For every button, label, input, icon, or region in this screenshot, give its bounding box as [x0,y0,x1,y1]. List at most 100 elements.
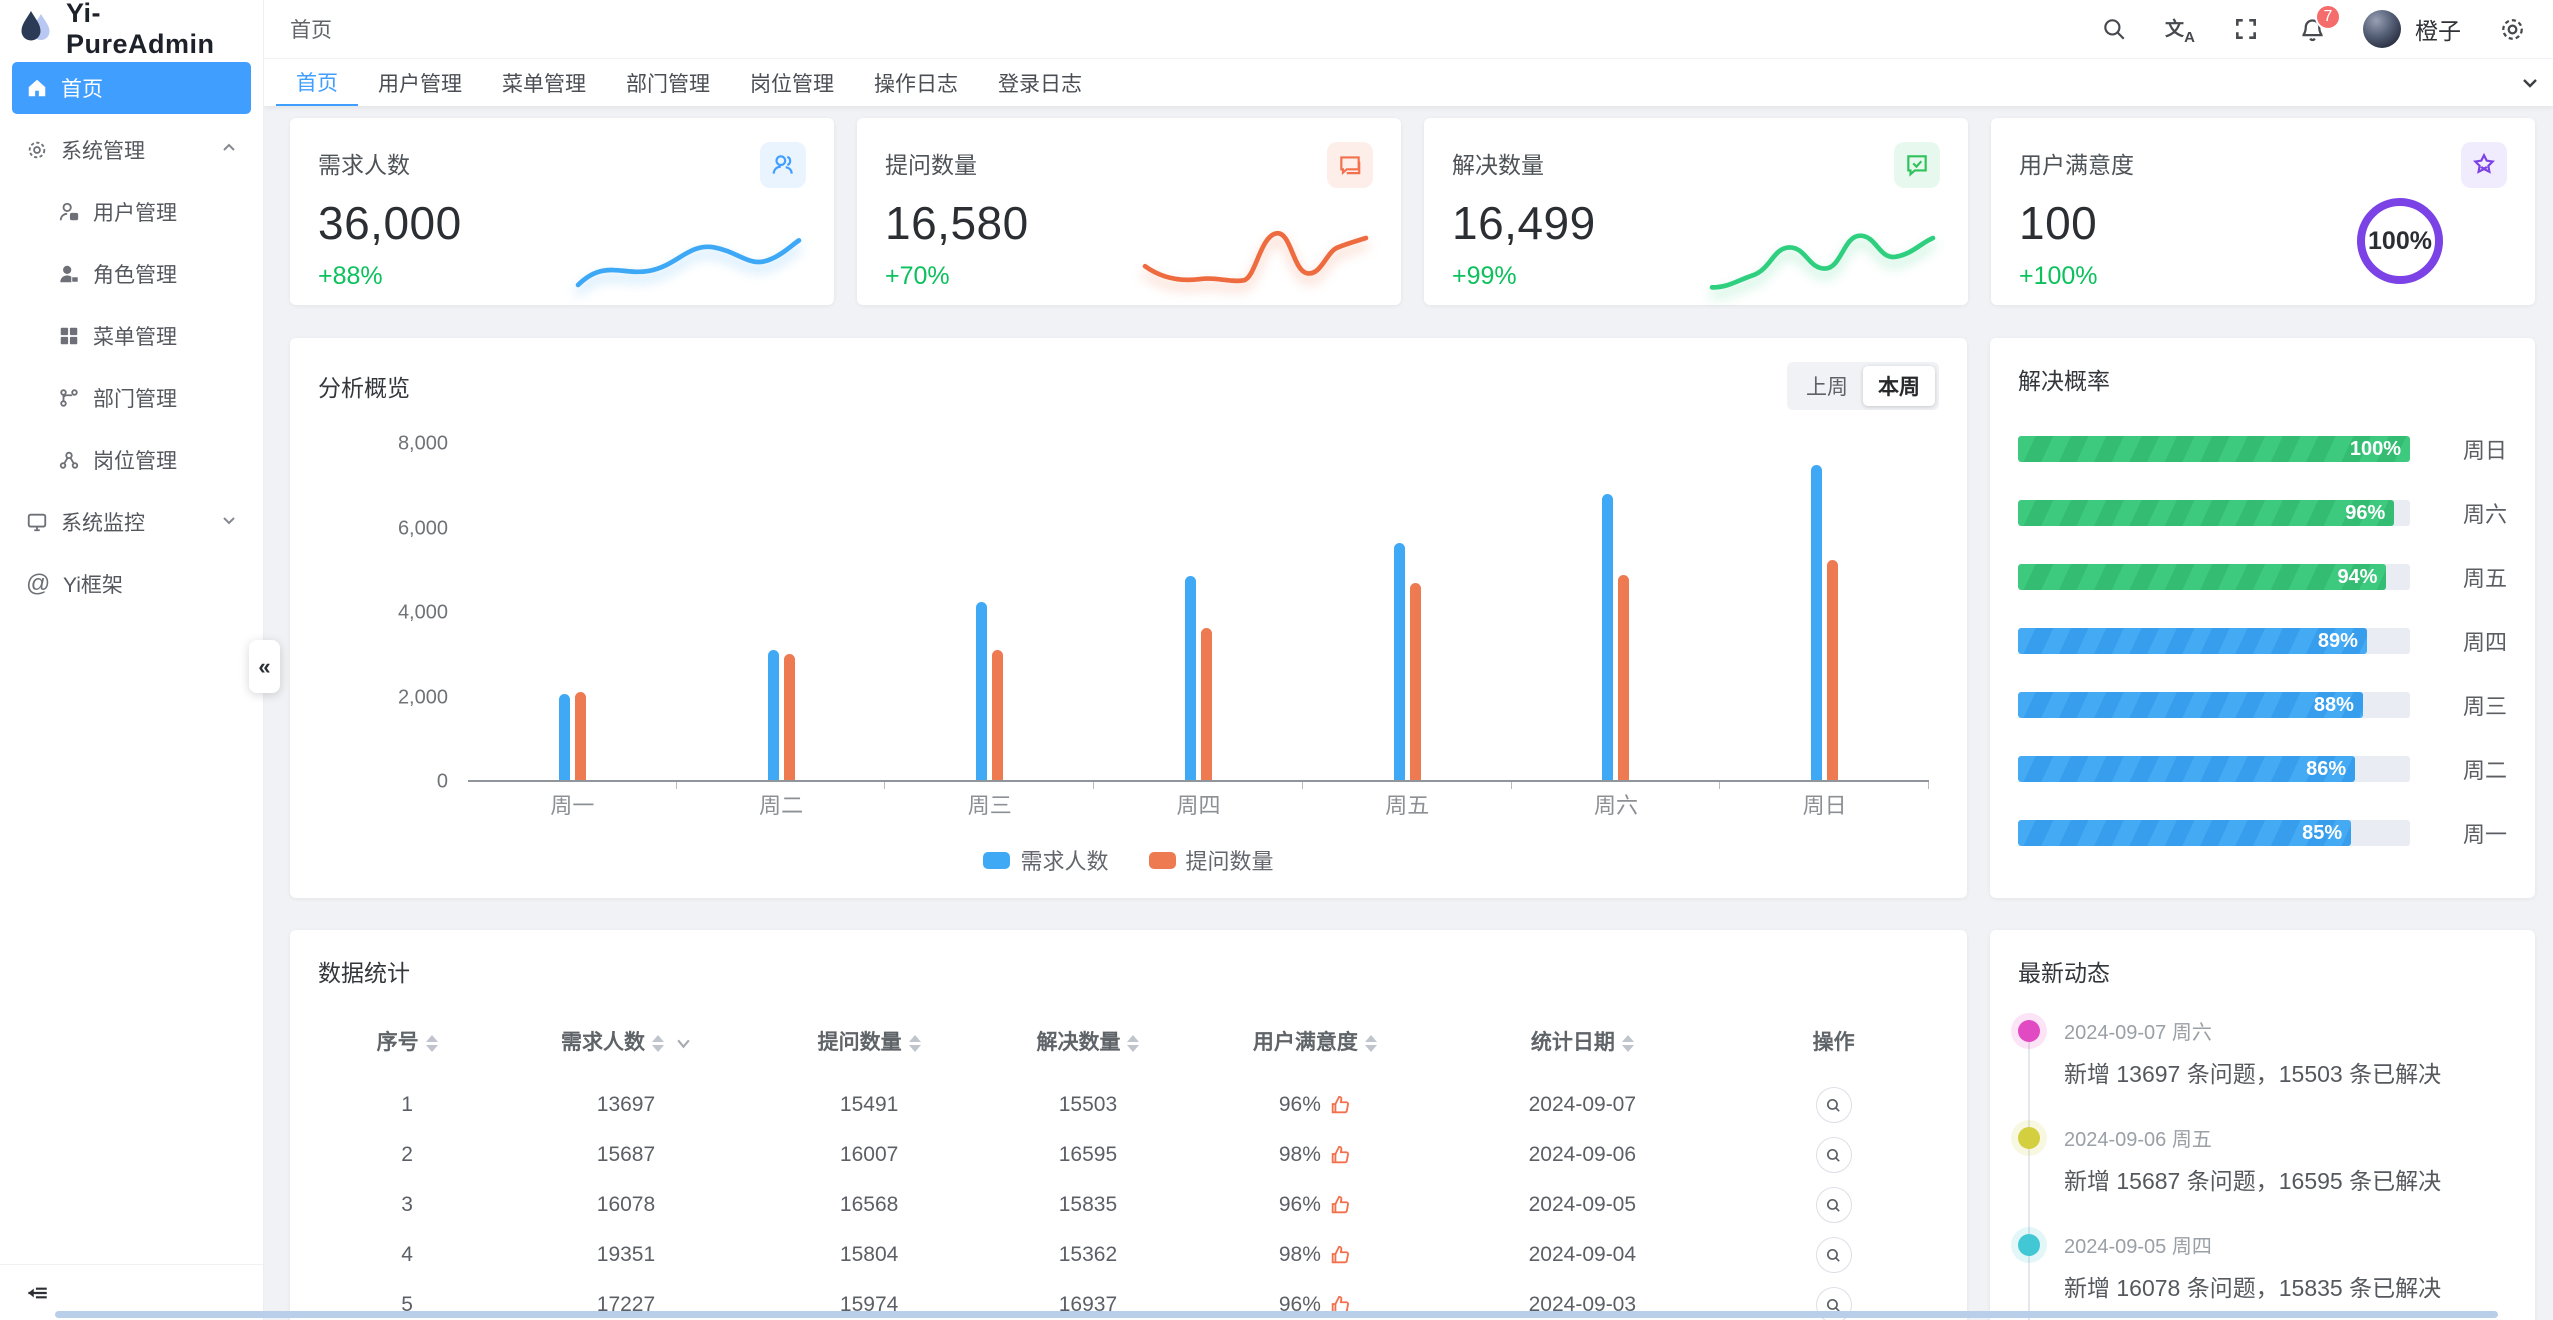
app-logo-row[interactable]: Yi-PureAdmin [0,0,263,58]
settings-gear-icon[interactable] [2497,14,2527,44]
stat-card-demand: 需求人数 36,000 +88% [290,118,834,305]
satisfaction-ring: 100% [2357,198,2443,284]
bar-group [1094,444,1303,780]
menu-fold-icon[interactable] [22,1278,52,1308]
col-header-index[interactable]: 序号 [318,1008,496,1080]
main-content: 需求人数 36,000 +88% [264,106,2553,1320]
sidebar-item-menu-mgmt[interactable]: 菜单管理 [12,310,251,362]
solve-rate-card: 解决概率 100%周日 96%周六 94%周五 89%周四 88%周三 86%周… [1990,338,2535,898]
gear-icon [26,139,48,161]
timeline-dot [2018,1234,2040,1256]
chart-legend: 需求人数 提问数量 [318,844,1939,876]
tab-bar: 首页 用户管理 菜单管理 部门管理 岗位管理 操作日志 登录日志 [264,58,2553,106]
view-row-button[interactable] [1816,1187,1852,1223]
stat-value: 16,499 [1452,196,1596,250]
bar-group [1512,444,1721,780]
bar-group [1303,444,1512,780]
stat-title: 需求人数 [318,142,410,180]
stat-delta: +99% [1452,262,1596,291]
panel-title: 分析概览 [318,369,410,403]
stat-delta: +100% [2019,262,2098,291]
user-group-icon [760,142,806,188]
col-header-satisfaction[interactable]: 用户满意度 [1193,1008,1436,1080]
stat-card-satisfaction: 用户满意度 100 +100% 100% [1991,118,2535,305]
tab-login-log[interactable]: 登录日志 [978,59,1102,106]
legend-demand[interactable]: 需求人数 [983,844,1108,876]
col-header-solved[interactable]: 解决数量 [983,1008,1194,1080]
tab-post-mgmt[interactable]: 岗位管理 [730,59,854,106]
sidebar-menu: 首页 系统管理 用户管理 [0,58,263,624]
home-icon [26,77,48,99]
progress-row: 94%周五 [2018,564,2507,590]
sparkline-blue [571,214,806,302]
tab-user-mgmt[interactable]: 用户管理 [358,59,482,106]
sidebar-item-yi-framework[interactable]: @ Yi框架 [12,558,251,610]
chevron-down-icon [221,510,237,534]
git-branch-icon [58,387,80,409]
chat-icon [1327,142,1373,188]
panel-title: 解决概率 [2018,368,2110,394]
sidebar-item-label: 用户管理 [93,197,177,227]
horizontal-scrollbar-thumb[interactable] [55,1311,2498,1318]
col-header-demand[interactable]: 需求人数 [496,1008,755,1080]
stat-delta: +88% [318,262,462,291]
sidebar-item-role-mgmt[interactable]: 角色管理 [12,248,251,300]
search-icon[interactable] [2099,14,2129,44]
bar-group [677,444,886,780]
legend-questions[interactable]: 提问数量 [1149,844,1274,876]
stat-card-solved: 解决数量 16,499 +99% [1424,118,1968,305]
notification-bell-icon[interactable]: 7 [2297,14,2327,44]
sidebar-item-user-mgmt[interactable]: 用户管理 [12,186,251,238]
monitor-icon [26,511,48,533]
share-nodes-icon [58,449,80,471]
user-lock-icon [58,201,80,223]
tab-menu-mgmt[interactable]: 菜单管理 [482,59,606,106]
filter-chevron-icon[interactable] [676,1038,691,1049]
tab-op-log[interactable]: 操作日志 [854,59,978,106]
this-week-button[interactable]: 本周 [1863,366,1935,406]
week-toggle: 上周 本周 [1787,362,1939,410]
thumb-up-icon [1329,1094,1351,1116]
tab-options-chevron-icon[interactable] [2507,59,2553,106]
sidebar-item-home[interactable]: 首页 [12,62,251,114]
message-check-icon [1894,142,1940,188]
sidebar-item-post-mgmt[interactable]: 岗位管理 [12,434,251,486]
latest-news-card: 最新动态 2024-09-07 周六 新增 13697 条问题，15503 条已… [1990,930,2535,1320]
tab-dept-mgmt[interactable]: 部门管理 [606,59,730,106]
fullscreen-icon[interactable] [2231,14,2261,44]
middle-row: 分析概览 上周 本周 8,000 6,000 4,000 2,000 0 [290,338,2535,898]
thumb-up-icon [1329,1144,1351,1166]
stat-value: 36,000 [318,196,462,250]
stat-cards-row: 需求人数 36,000 +88% [290,118,2535,305]
sidebar-collapse-button[interactable]: « [249,640,280,693]
view-row-button[interactable] [1816,1137,1852,1173]
bar-group [468,444,677,780]
col-header-date[interactable]: 统计日期 [1436,1008,1728,1080]
sparkline-green [1705,214,1940,302]
table-row: 2156871600716595 98% 2024-09-06 [318,1130,1939,1180]
grid-icon [58,325,80,347]
last-week-button[interactable]: 上周 [1791,366,1863,406]
bar-group [885,444,1094,780]
col-header-questions[interactable]: 提问数量 [756,1008,983,1080]
bar-group [1720,444,1929,780]
sidebar: Yi-PureAdmin 首页 系统管理 [0,0,264,1320]
view-row-button[interactable] [1816,1087,1852,1123]
view-row-button[interactable] [1816,1237,1852,1273]
timeline-dot [2018,1127,2040,1149]
translate-icon[interactable]: 文A [2165,14,2195,44]
sidebar-item-system[interactable]: 系统管理 [12,124,251,176]
tab-home[interactable]: 首页 [276,59,358,106]
sidebar-item-dept-mgmt[interactable]: 部门管理 [12,372,251,424]
sidebar-item-label: 部门管理 [93,383,177,413]
progress-row: 96%周六 [2018,500,2507,526]
avatar[interactable] [2363,10,2401,48]
timeline-item: 2024-09-07 周六 新增 13697 条问题，15503 条已解决 [2018,1016,2507,1089]
username[interactable]: 橙子 [2415,12,2461,46]
stat-title: 解决数量 [1452,142,1544,180]
bottom-row: 数据统计 序号 需求人数 提问数量 解决数量 用户满意度 统计日期 操作 [290,930,2535,1320]
stat-title: 用户满意度 [2019,142,2134,180]
sidebar-item-monitor[interactable]: 系统监控 [12,496,251,548]
progress-row: 86%周二 [2018,756,2507,782]
sidebar-item-label: 首页 [61,73,103,103]
